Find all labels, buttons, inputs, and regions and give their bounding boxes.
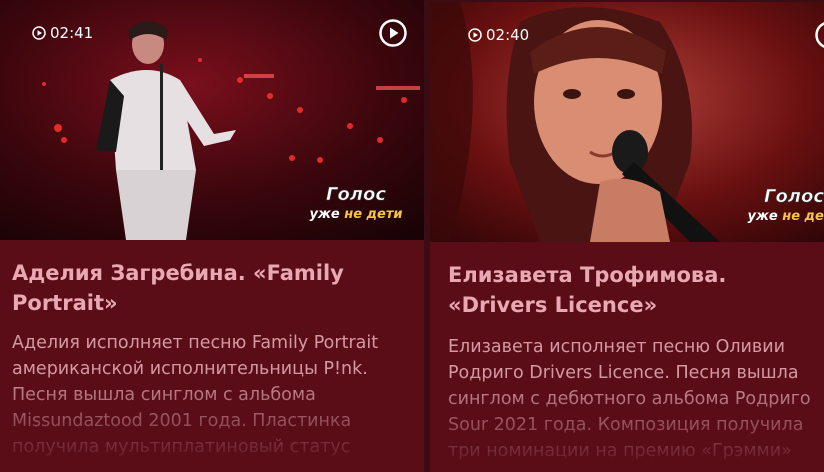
show-logo: Голос уже не дети [747, 186, 824, 224]
description-text: Елизавета исполняет песню Оливии Родриго… [448, 337, 811, 461]
video-thumbnail[interactable]: 02:40 Голос уже не дети [430, 2, 824, 242]
description-text: Аделия исполняет песню Family Portrait а… [12, 333, 379, 457]
video-duration: 02:40 [468, 26, 529, 44]
video-title[interactable]: Аделия Загребина. «Family Portrait» [12, 258, 412, 318]
play-circle-icon [32, 26, 46, 40]
video-card[interactable]: 02:40 Голос уже не дети Елизавета Трофим… [430, 2, 824, 472]
logo-text-top: Голос [764, 186, 824, 207]
video-card[interactable]: 02:41 Голос уже не дети Аделия Загребина… [0, 0, 424, 472]
logo-text-bottom: уже не дети [747, 209, 824, 224]
video-description: Елизавета исполняет песню Оливии Родриго… [448, 334, 822, 464]
logo-text-top: Голос [326, 184, 386, 205]
play-circle-icon [468, 28, 482, 42]
video-title[interactable]: Елизавета Трофимова. «Drivers Licence» [448, 260, 820, 320]
play-button-icon[interactable] [378, 18, 408, 48]
show-logo: Голос уже не дети [309, 184, 402, 222]
play-button-icon[interactable] [814, 20, 824, 50]
duration-label: 02:41 [50, 24, 94, 42]
video-duration: 02:41 [32, 24, 93, 42]
video-grid: 02:41 Голос уже не дети Аделия Загребина… [0, 0, 824, 472]
video-thumbnail[interactable]: 02:41 Голос уже не дети [0, 0, 424, 240]
logo-text-bottom: уже не дети [309, 207, 402, 222]
duration-label: 02:40 [486, 26, 530, 44]
video-description: Аделия исполняет песню Family Portrait а… [12, 330, 412, 460]
